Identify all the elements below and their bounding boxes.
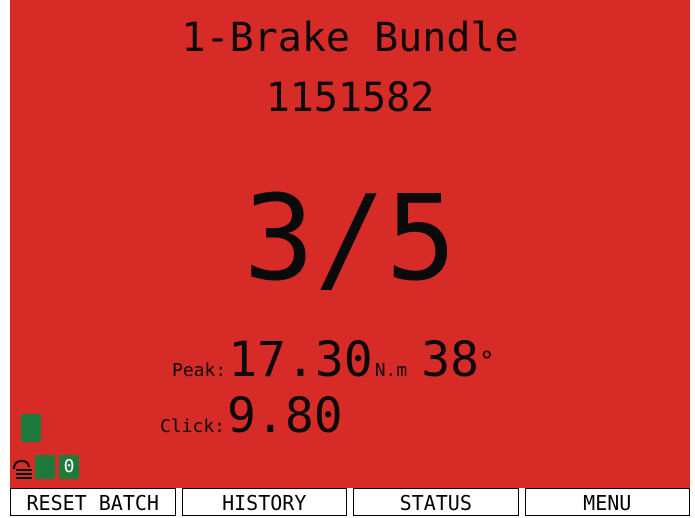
click-row: Click:9.80 bbox=[160, 388, 343, 444]
status-indicator bbox=[21, 414, 41, 442]
peak-value: 17.30 bbox=[228, 332, 373, 388]
click-value: 9.80 bbox=[227, 388, 343, 444]
history-button[interactable]: HISTORY bbox=[181, 488, 347, 516]
peak-row: Peak:17.30 N.m 38° bbox=[172, 332, 495, 388]
battery-indicator bbox=[35, 455, 55, 479]
program-title: 1-Brake Bundle bbox=[181, 15, 519, 61]
batch-count: 3/5 bbox=[243, 169, 457, 307]
menu-button[interactable]: MENU bbox=[524, 488, 690, 516]
lock-icon bbox=[13, 459, 32, 479]
tool-display-screen: 1-Brake Bundle 1151582 3/5 Peak:17.30 N.m… bbox=[10, 0, 690, 488]
peak-unit: N.m bbox=[374, 360, 408, 381]
counter-badge: 0 bbox=[59, 455, 79, 479]
device-frame: 1-Brake Bundle 1151582 3/5 Peak:17.30 N.m… bbox=[0, 0, 695, 518]
angle-unit: ° bbox=[479, 346, 495, 377]
softkey-bar: RESET BATCH HISTORY STATUS MENU bbox=[10, 488, 690, 518]
status-button[interactable]: STATUS bbox=[353, 488, 519, 516]
peak-label: Peak: bbox=[172, 360, 227, 381]
reset-batch-button[interactable]: RESET BATCH bbox=[10, 488, 176, 516]
serial-number: 1151582 bbox=[265, 75, 435, 121]
status-bar: 0 bbox=[12, 453, 79, 479]
click-label: Click: bbox=[160, 416, 226, 437]
angle-value: 38 bbox=[421, 332, 479, 388]
